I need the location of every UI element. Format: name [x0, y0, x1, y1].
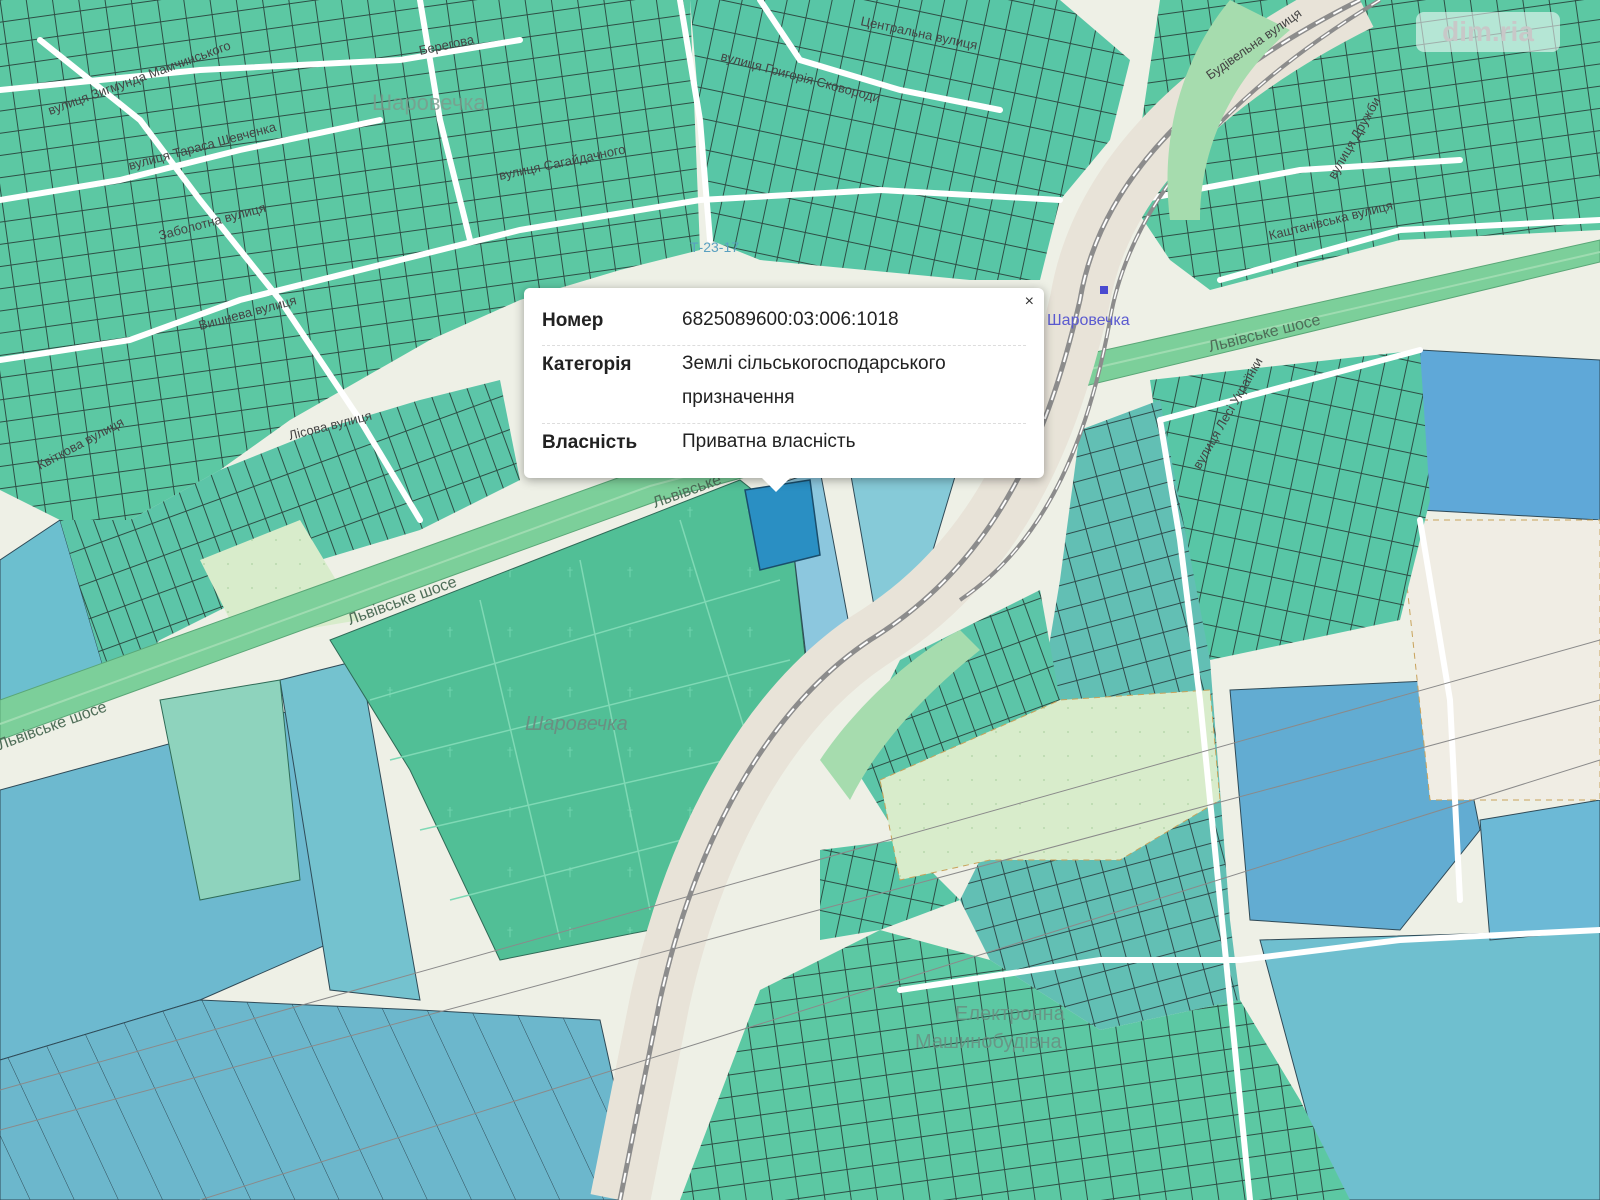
- label-village-top: Шаровечка: [372, 90, 486, 115]
- map-canvas[interactable]: †: [0, 0, 1600, 1200]
- popup-value-category: Землі сільськогосподарського призначення: [682, 353, 946, 408]
- popup-value-ownership: Приватна власність: [682, 431, 856, 452]
- close-icon[interactable]: ×: [1025, 294, 1034, 310]
- popup-row-category: Категорія Землі сільськогосподарського п…: [542, 346, 1026, 424]
- watermark-logo: dim.ria: [1416, 12, 1560, 52]
- popup-key-category: Категорія: [542, 354, 632, 375]
- label-cemetery: Шаровечка: [525, 713, 628, 735]
- popup-row-number: Номер 6825089600:03:006:1018: [542, 302, 1026, 346]
- parcel-info-popup: × Номер 6825089600:03:006:1018 Категорія…: [524, 288, 1044, 492]
- station-marker-icon[interactable]: [1100, 286, 1108, 294]
- label-area-mashynobudivna: Машинобудівна: [915, 1031, 1063, 1053]
- popup-value-number: 6825089600:03:006:1018: [682, 309, 899, 330]
- label-road-code: Т-23-17: [690, 239, 739, 255]
- popup-key-ownership: Власність: [542, 432, 638, 453]
- cadastral-map[interactable]: †: [0, 0, 1600, 1200]
- popup-key-number: Номер: [542, 310, 604, 331]
- label-station: Шаровечка: [1047, 312, 1130, 329]
- popup-row-ownership: Власність Приватна власність: [542, 424, 1026, 467]
- label-area-elektronna: Електронна: [955, 1003, 1066, 1025]
